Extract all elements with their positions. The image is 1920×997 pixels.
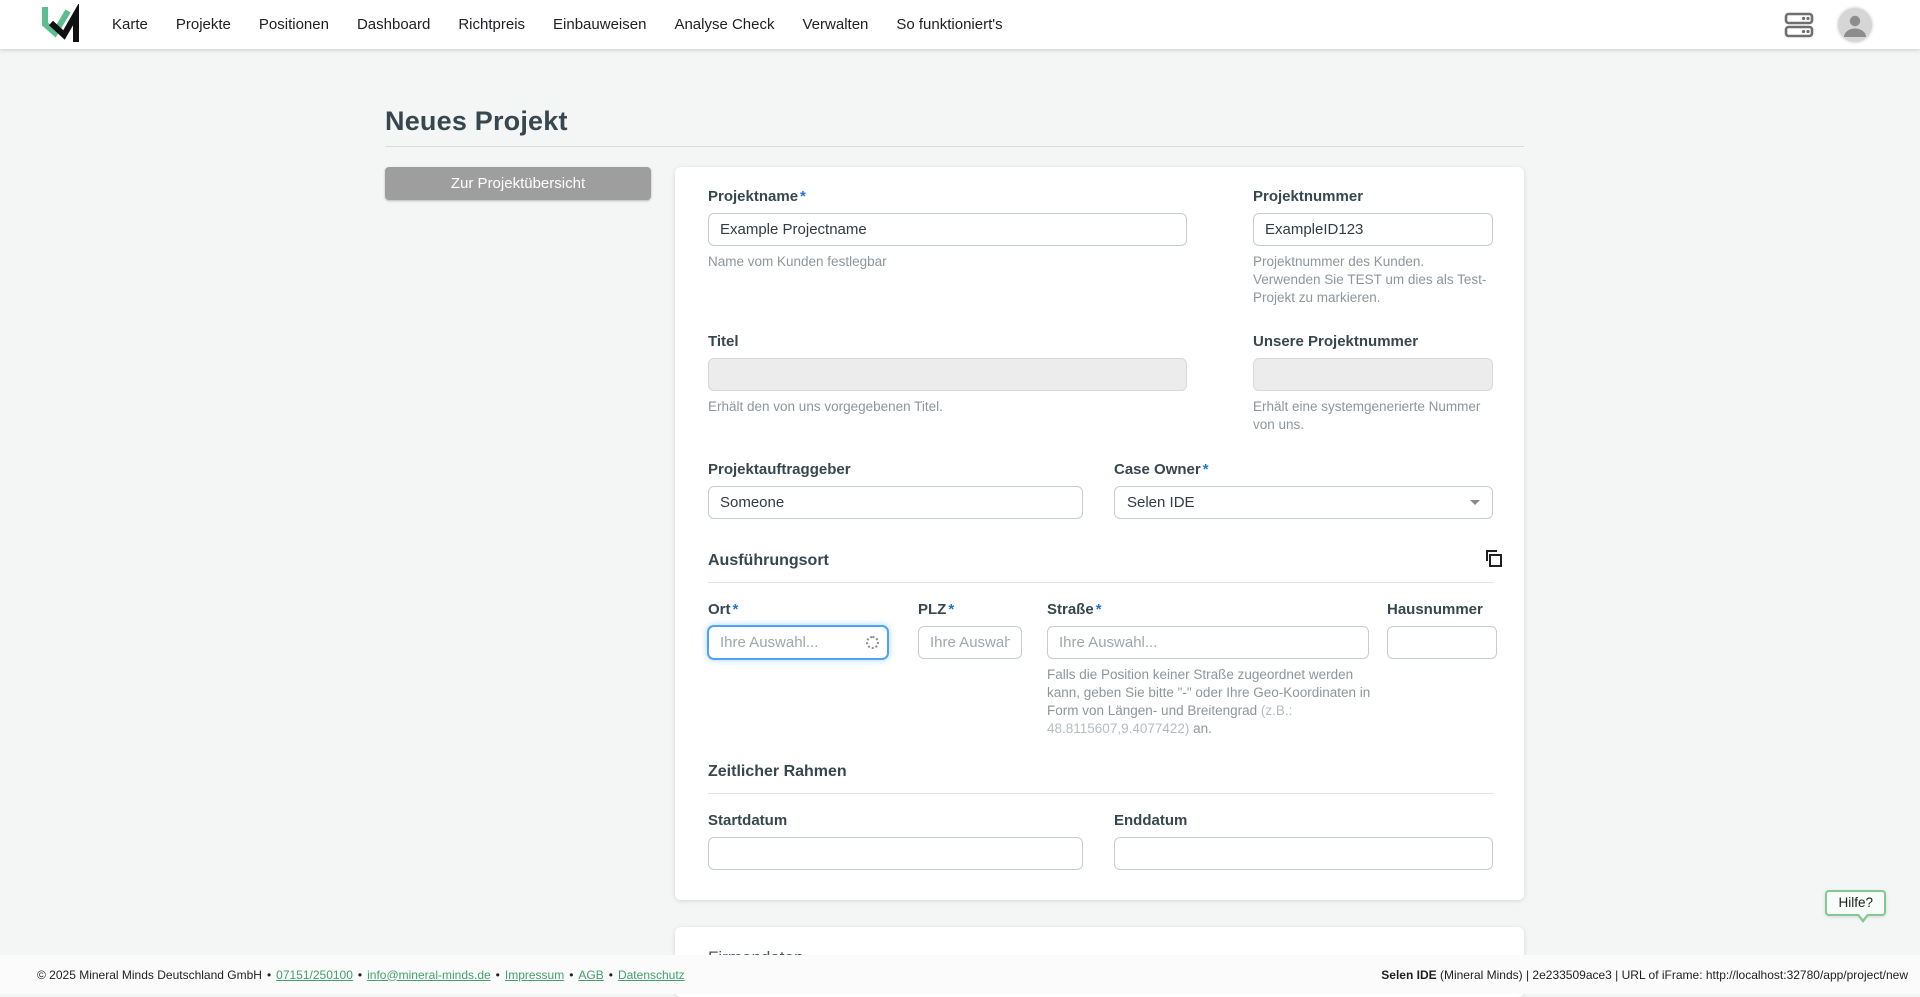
help-button[interactable]: Hilfe? (1825, 890, 1886, 916)
separator: • (267, 968, 271, 982)
separator: • (496, 968, 500, 982)
required-marker: * (733, 601, 739, 618)
session-details: (Mineral Minds) | 2e233509ace3 | URL of … (1437, 968, 1908, 982)
nav-item-analyse-check[interactable]: Analyse Check (674, 16, 774, 33)
projektauftraggeber-input[interactable] (708, 486, 1083, 519)
navbar-right (1784, 8, 1872, 42)
projektnummer-hint: Projektnummer des Kunden. Verwenden Sie … (1253, 253, 1493, 306)
unsere-projektnummer-input (1253, 358, 1493, 391)
impressum-link[interactable]: Impressum (505, 968, 564, 982)
projektname-label: Projektname* (708, 188, 1187, 205)
form-column: Projektname* Name vom Kunden festlegbar … (675, 167, 1524, 997)
strasse-hint: Falls die Position keiner Straße zugeord… (1047, 666, 1377, 737)
startdatum-label: Startdatum (708, 812, 1083, 829)
chevron-down-icon (1470, 500, 1480, 505)
server-icon[interactable] (1784, 12, 1814, 38)
separator: • (569, 968, 573, 982)
case-owner-select[interactable]: Selen IDE (1114, 486, 1493, 519)
nav-item-projekte[interactable]: Projekte (176, 16, 231, 33)
required-marker: * (948, 601, 954, 618)
logo-icon (38, 4, 84, 46)
projektauftraggeber-label: Projektauftraggeber (708, 461, 1083, 478)
nav-links: Karte Projekte Positionen Dashboard Rich… (112, 16, 1003, 33)
nav-item-verwalten[interactable]: Verwalten (803, 16, 869, 33)
title-divider (385, 146, 1524, 147)
agb-link[interactable]: AGB (578, 968, 603, 982)
nav-item-karte[interactable]: Karte (112, 16, 148, 33)
top-navbar: Karte Projekte Positionen Dashboard Rich… (0, 0, 1920, 49)
separator: • (609, 968, 613, 982)
projektnummer-input[interactable] (1253, 213, 1493, 246)
required-marker: * (800, 188, 806, 205)
unsere-projektnummer-hint: Erhält eine systemgenerierte Nummer von … (1253, 398, 1493, 434)
case-owner-selected-value: Selen IDE (1127, 494, 1195, 511)
email-link[interactable]: info@mineral-minds.de (367, 968, 491, 982)
left-column: Zur Projektübersicht (385, 167, 651, 997)
enddatum-label: Enddatum (1114, 812, 1493, 829)
copyright-text: © 2025 Mineral Minds Deutschland GmbH (37, 968, 262, 982)
hausnummer-label: Hausnummer (1387, 601, 1497, 618)
projektname-input[interactable] (708, 213, 1187, 246)
session-user: Selen IDE (1381, 968, 1436, 982)
nav-item-positionen[interactable]: Positionen (259, 16, 329, 33)
titel-hint: Erhält den von uns vorgegebenen Titel. (708, 398, 1187, 416)
ort-label: Ort* (708, 601, 888, 618)
main-content: Neues Projekt Zur Projektübersicht Proje… (385, 49, 1524, 997)
nav-item-dashboard[interactable]: Dashboard (357, 16, 430, 33)
hausnummer-input[interactable] (1387, 626, 1497, 659)
datenschutz-link[interactable]: Datenschutz (618, 968, 685, 982)
copy-address-button[interactable] (1478, 544, 1508, 577)
ort-input[interactable] (708, 626, 888, 659)
projektname-hint: Name vom Kunden festlegbar (708, 253, 1187, 271)
strasse-label: Straße* (1047, 601, 1369, 618)
project-form-card: Projektname* Name vom Kunden festlegbar … (675, 167, 1524, 900)
section-title-ausfuehrungsort: Ausführungsort (708, 552, 829, 569)
case-owner-label: Case Owner* (1114, 461, 1493, 478)
separator: • (358, 968, 362, 982)
required-marker: * (1096, 601, 1102, 618)
copy-icon (1482, 548, 1504, 570)
strasse-input[interactable] (1047, 626, 1369, 659)
required-marker: * (1203, 461, 1209, 478)
unsere-projektnummer-label: Unsere Projektnummer (1253, 333, 1493, 350)
plz-label: PLZ* (918, 601, 1022, 618)
phone-link[interactable]: 07151/250100 (276, 968, 353, 982)
titel-input (708, 358, 1187, 391)
person-icon (1838, 8, 1872, 42)
mineral-minds-logo[interactable] (38, 4, 84, 46)
page-title: Neues Projekt (385, 49, 1524, 137)
back-to-projects-button[interactable]: Zur Projektübersicht (385, 167, 651, 200)
loading-spinner-icon (866, 636, 879, 649)
startdatum-input[interactable] (708, 837, 1083, 870)
nav-item-so-funktionierts[interactable]: So funktioniert's (896, 16, 1002, 33)
plz-input[interactable] (918, 626, 1022, 659)
footer-left: © 2025 Mineral Minds Deutschland GmbH • … (37, 968, 685, 982)
nav-item-einbauweisen[interactable]: Einbauweisen (553, 16, 646, 33)
session-info: Selen IDE (Mineral Minds) | 2e233509ace3… (1381, 968, 1908, 982)
nav-item-richtpreis[interactable]: Richtpreis (458, 16, 525, 33)
enddatum-input[interactable] (1114, 837, 1493, 870)
section-title-zeitlicher-rahmen: Zeitlicher Rahmen (708, 763, 847, 780)
footer: © 2025 Mineral Minds Deutschland GmbH • … (0, 955, 1920, 994)
user-avatar[interactable] (1838, 8, 1872, 42)
projektnummer-label: Projektnummer (1253, 188, 1493, 205)
titel-label: Titel (708, 333, 1187, 350)
